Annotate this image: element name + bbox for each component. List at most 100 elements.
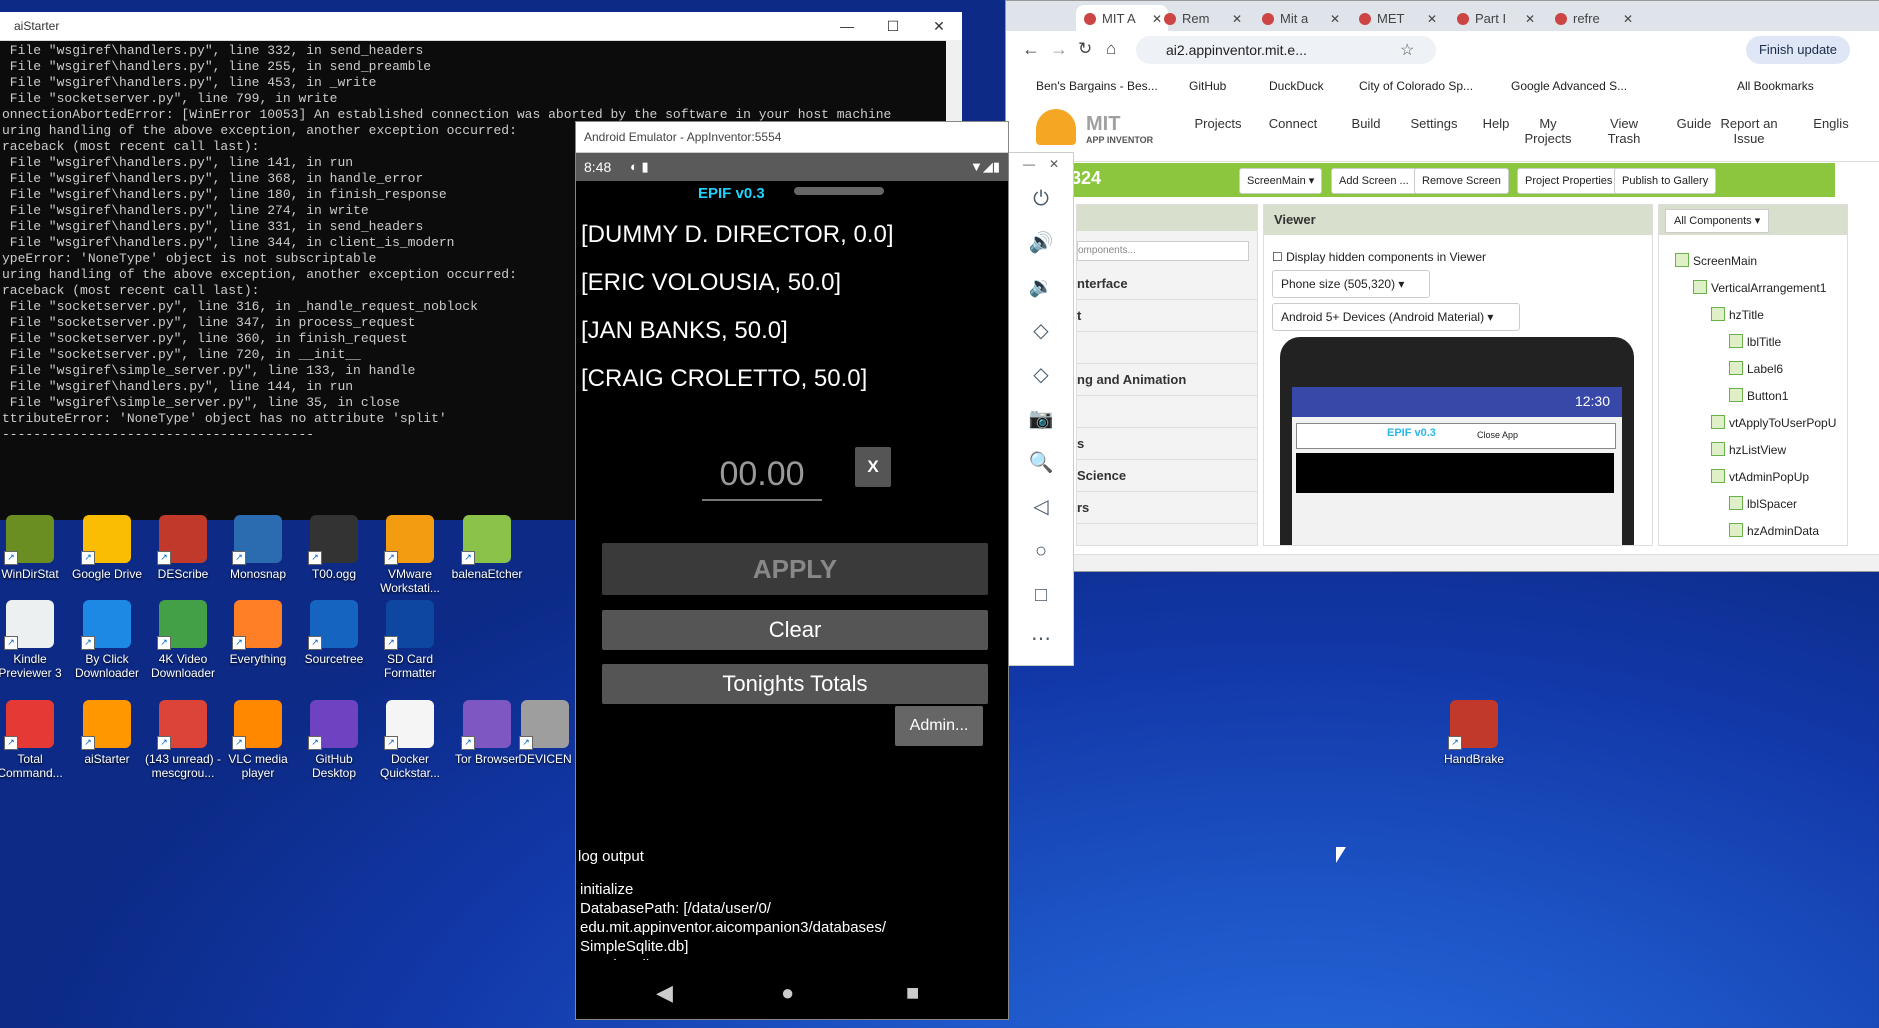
palette-search[interactable]: omponents... bbox=[1077, 241, 1249, 261]
desktop-icon[interactable]: ↗ By Click Downloader bbox=[68, 600, 146, 680]
bookmark-link[interactable]: City of Colorado Sp... bbox=[1359, 79, 1473, 93]
component-tree-item[interactable]: hzTitle bbox=[1711, 307, 1764, 322]
camera-icon[interactable]: 📷 bbox=[1009, 397, 1073, 441]
desktop-icon[interactable]: ↗ Monosnap bbox=[219, 515, 297, 581]
desktop-icon[interactable]: ↗ HandBrake bbox=[1435, 700, 1513, 766]
reload-icon[interactable]: ↻ bbox=[1078, 39, 1092, 59]
nav-home-icon[interactable]: ● bbox=[781, 980, 794, 1006]
browser-window[interactable]: MIT A ✕ Rem ✕ Mit a ✕ MET ✕ Part I ✕ refre ✕ ← → ↻ … bbox=[1005, 0, 1879, 572]
browser-tab[interactable]: MIT A ✕ bbox=[1076, 5, 1168, 33]
emulator-titlebar[interactable]: Android Emulator - AppInventor:5554 bbox=[576, 122, 1008, 153]
list-item[interactable]: [DUMMY D. DIRECTOR, 0.0] bbox=[576, 211, 1008, 259]
ai-menu-item[interactable]: Englis bbox=[1801, 116, 1861, 131]
browser-tab[interactable]: Mit a ✕ bbox=[1254, 5, 1346, 33]
list-item[interactable]: [JAN BANKS, 50.0] bbox=[576, 307, 1008, 355]
power-icon[interactable]: ⏻ bbox=[1009, 177, 1073, 221]
more-icon[interactable]: ⋯ bbox=[1009, 617, 1073, 661]
volume-down-icon[interactable]: 🔉 bbox=[1009, 265, 1073, 309]
ai-menu-item[interactable]: My Projects bbox=[1518, 116, 1578, 146]
component-tree-item[interactable]: ScreenMain bbox=[1675, 253, 1757, 268]
component-tree-item[interactable]: hzAdminData bbox=[1729, 523, 1819, 538]
tab-close-icon[interactable]: ✕ bbox=[1427, 5, 1437, 33]
desktop-icon[interactable]: ↗ Docker Quickstar... bbox=[371, 700, 449, 780]
device-select[interactable]: Android 5+ Devices (Android Material) ▾ bbox=[1272, 303, 1520, 331]
component-tree-item[interactable]: Label6 bbox=[1729, 361, 1783, 376]
finish-update-button[interactable]: Finish update bbox=[1746, 36, 1850, 64]
list-item[interactable]: [ERIC VOLOUSIA, 50.0] bbox=[576, 259, 1008, 307]
ai-menu-item[interactable]: Report an Issue bbox=[1712, 116, 1786, 146]
project-button[interactable]: Remove Screen bbox=[1414, 168, 1509, 194]
zoom-icon[interactable]: 🔍 bbox=[1009, 441, 1073, 485]
display-hidden-checkbox[interactable]: ☐ Display hidden components in Viewer bbox=[1272, 250, 1486, 264]
component-tree-item[interactable]: vtApplyToUserPopU bbox=[1711, 415, 1836, 430]
desktop-icon[interactable]: ↗ Everything bbox=[219, 600, 297, 666]
tab-close-icon[interactable]: ✕ bbox=[1623, 5, 1633, 33]
desktop-icon[interactable]: ↗ 4K Video Downloader bbox=[144, 600, 222, 680]
ai-menu-item[interactable]: Projects bbox=[1188, 116, 1248, 131]
amount-input[interactable]: 00.00 bbox=[702, 449, 822, 501]
tab-close-icon[interactable]: ✕ bbox=[1330, 5, 1340, 33]
desktop-icon[interactable]: ↗ Kindle Previewer 3 bbox=[0, 600, 69, 680]
rotate-left-icon[interactable]: ◇ bbox=[1009, 309, 1073, 353]
admin-button[interactable]: Admin... bbox=[895, 706, 983, 746]
palette-category[interactable]: nterface bbox=[1077, 269, 1257, 300]
rotate-right-icon[interactable]: ◇ bbox=[1009, 353, 1073, 397]
project-button[interactable]: Publish to Gallery bbox=[1614, 168, 1717, 194]
component-tree-item[interactable]: vtAdminPopUp bbox=[1711, 469, 1809, 484]
desktop-icon[interactable]: ↗ VMware Workstati... bbox=[371, 515, 449, 595]
minimize-button[interactable]: — bbox=[824, 12, 870, 40]
forward-icon[interactable]: → bbox=[1050, 39, 1068, 60]
home-icon[interactable]: ⌂ bbox=[1106, 39, 1116, 59]
desktop-icon[interactable]: ↗ DEScribe bbox=[144, 515, 222, 581]
address-bar[interactable]: ai2.appinventor.mit.e... ☆ bbox=[1136, 36, 1436, 64]
component-tree-item[interactable]: lblTitle bbox=[1729, 334, 1781, 349]
ai-menu-item[interactable]: Settings bbox=[1404, 116, 1464, 131]
ai-menu-item[interactable]: Build bbox=[1336, 116, 1396, 131]
bookmark-link[interactable]: DuckDuck bbox=[1269, 79, 1324, 93]
component-tree-item[interactable]: VerticalArrangement1 bbox=[1693, 280, 1826, 295]
user-list[interactable]: [DUMMY D. DIRECTOR, 0.0] [ERIC VOLOUSIA, … bbox=[576, 211, 1008, 403]
horizontal-scrollbar[interactable] bbox=[1006, 554, 1879, 571]
back-icon[interactable]: ◁ bbox=[1009, 485, 1073, 529]
desktop-icon[interactable]: ↗ SD Card Formatter bbox=[371, 600, 449, 680]
palette-category[interactable]: ng and Animation bbox=[1077, 365, 1257, 396]
ai-menu-item[interactable]: View Trash bbox=[1594, 116, 1654, 146]
desktop-icon[interactable]: ↗ T00.ogg bbox=[295, 515, 373, 581]
tab-close-icon[interactable]: ✕ bbox=[1525, 5, 1535, 33]
apply-button[interactable]: APPLY bbox=[602, 543, 988, 595]
project-button[interactable]: Project Properties bbox=[1517, 168, 1621, 194]
desktop-icon[interactable]: ↗ DEVICEN bbox=[506, 700, 584, 766]
desktop-icon[interactable]: ↗ (143 unread) - mescgrou... bbox=[144, 700, 222, 780]
desktop-icon[interactable]: ↗ Total Command... bbox=[0, 700, 69, 780]
project-button[interactable]: ScreenMain ▾ bbox=[1239, 168, 1323, 194]
desktop-icon[interactable]: ↗ balenaEtcher bbox=[448, 515, 526, 581]
nav-overview-icon[interactable]: ■ bbox=[906, 980, 919, 1006]
bookmark-link[interactable]: GitHub bbox=[1189, 79, 1226, 93]
bookmark-link[interactable]: Google Advanced S... bbox=[1511, 79, 1627, 93]
overview-icon[interactable]: □ bbox=[1009, 573, 1073, 617]
close-button[interactable]: ✕ bbox=[916, 12, 962, 40]
volume-up-icon[interactable]: 🔊 bbox=[1009, 221, 1073, 265]
component-tree-item[interactable]: Button1 bbox=[1729, 388, 1788, 403]
palette-category[interactable]: t bbox=[1077, 301, 1257, 332]
desktop-icon[interactable]: ↗ WinDirStat bbox=[0, 515, 69, 581]
palette-category[interactable] bbox=[1077, 397, 1257, 428]
palette-category[interactable]: s bbox=[1077, 429, 1257, 460]
tab-close-icon[interactable]: ✕ bbox=[1232, 5, 1242, 33]
desktop-icon[interactable]: ↗ Sourcetree bbox=[295, 600, 373, 666]
all-bookmarks-link[interactable]: All Bookmarks bbox=[1737, 79, 1814, 93]
all-components-dropdown[interactable]: All Components ▾ bbox=[1665, 209, 1770, 233]
home-icon[interactable]: ○ bbox=[1009, 529, 1073, 573]
palette-category[interactable]: rs bbox=[1077, 493, 1257, 524]
tonights-totals-button[interactable]: Tonights Totals bbox=[602, 664, 988, 704]
browser-tab[interactable]: Rem ✕ bbox=[1156, 5, 1248, 33]
nav-back-icon[interactable]: ◀ bbox=[656, 980, 673, 1006]
clear-amount-button[interactable]: X bbox=[855, 447, 891, 487]
component-tree-item[interactable]: lblSpacer bbox=[1729, 496, 1797, 511]
palette-category[interactable] bbox=[1077, 333, 1257, 364]
emulator-minimize-button[interactable]: — bbox=[1023, 157, 1035, 171]
desktop-icon[interactable]: ↗ GitHub Desktop bbox=[295, 700, 373, 780]
browser-tab[interactable]: Part I ✕ bbox=[1449, 5, 1541, 33]
phone-size-select[interactable]: Phone size (505,320) ▾ bbox=[1272, 270, 1430, 298]
browser-tab[interactable]: refre ✕ bbox=[1547, 5, 1639, 33]
